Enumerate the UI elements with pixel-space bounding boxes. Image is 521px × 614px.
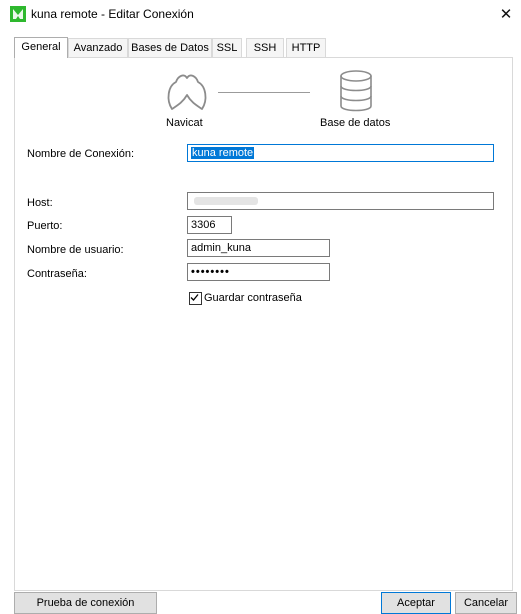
save-password-label: Guardar contraseña [204, 292, 302, 304]
username-value: admin_kuna [191, 242, 251, 254]
tab-avanzado[interactable]: Avanzado [68, 38, 128, 57]
database-label: Base de datos [320, 117, 391, 129]
host-redaction [194, 197, 258, 205]
tab-general[interactable]: General [14, 37, 68, 58]
username-input[interactable]: admin_kuna [187, 239, 330, 257]
close-icon[interactable]: ✕ [491, 0, 521, 30]
connection-name-input[interactable]: kuna remote [187, 144, 494, 162]
password-value: •••••••• [191, 266, 230, 278]
navicat-label: Navicat [166, 117, 203, 129]
navicat-logo-icon [167, 74, 207, 110]
database-icon [340, 70, 372, 112]
tab-bases-de-datos[interactable]: Bases de Datos [128, 38, 212, 57]
window-title: kuna remote - Editar Conexión [31, 7, 194, 21]
navicat-app-icon [10, 6, 26, 22]
host-label: Host: [27, 197, 53, 209]
tab-http[interactable]: HTTP [286, 38, 326, 57]
tab-ssh[interactable]: SSH [246, 38, 284, 57]
connection-name-value: kuna remote [191, 147, 255, 159]
general-tab-panel [14, 57, 513, 591]
title-bar: kuna remote - Editar Conexión ✕ [0, 0, 521, 30]
port-label: Puerto: [27, 220, 63, 232]
password-label: Contraseña: [27, 268, 87, 280]
port-value: 3306 [191, 219, 216, 231]
host-input[interactable] [187, 192, 494, 210]
connection-name-label: Nombre de Conexión: [27, 148, 135, 160]
username-label: Nombre de usuario: [27, 244, 124, 256]
connection-line [218, 92, 310, 93]
password-input[interactable]: •••••••• [187, 263, 330, 281]
tab-ssl[interactable]: SSL [212, 38, 242, 57]
checkmark-icon [190, 294, 199, 301]
port-input[interactable]: 3306 [187, 216, 232, 234]
